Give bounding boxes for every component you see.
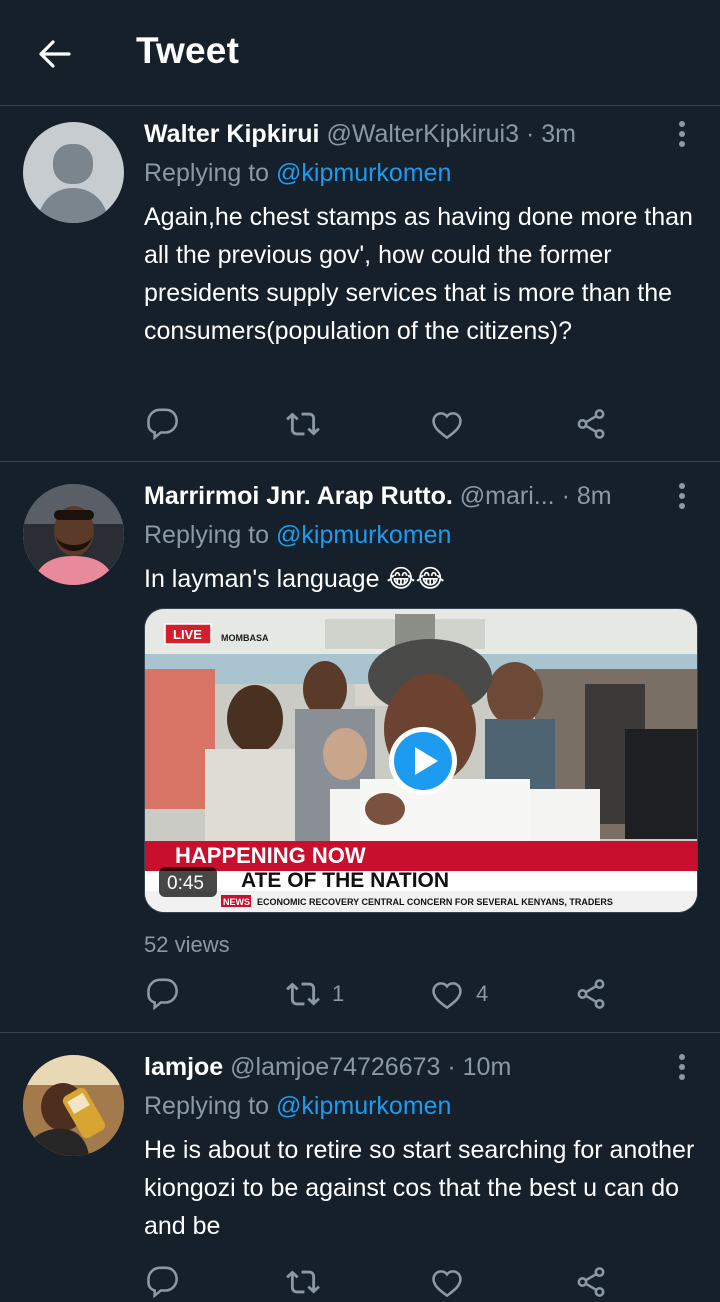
- reply-icon: [146, 1265, 180, 1299]
- action-bar: 1 4: [144, 974, 624, 1014]
- user-photo: [23, 1055, 124, 1156]
- retweet-count: 1: [332, 981, 345, 1006]
- play-icon[interactable]: [387, 725, 459, 797]
- page-title: Tweet: [136, 30, 240, 71]
- live-badge: LIVE: [173, 627, 202, 642]
- like-button[interactable]: [430, 1262, 476, 1302]
- like-button[interactable]: 4: [430, 974, 488, 1014]
- view-count: 52 views: [144, 932, 230, 957]
- video-player[interactable]: LIVE MOMBASA HAPPENING NOW ATE OF THE NA…: [144, 608, 698, 913]
- avatar[interactable]: [23, 484, 124, 585]
- replying-to: Replying to @kipmurkomen: [144, 159, 451, 188]
- replying-to-label: Replying to: [144, 521, 270, 549]
- heart-icon: [430, 1265, 464, 1299]
- action-bar: [144, 1262, 624, 1302]
- share-icon: [574, 407, 608, 441]
- more-options-icon[interactable]: [672, 481, 692, 511]
- mention-link[interactable]: @kipmurkomen: [276, 159, 451, 187]
- default-avatar-icon: [37, 144, 109, 223]
- mention-link[interactable]: @kipmurkomen: [276, 1092, 451, 1120]
- reply-button[interactable]: [146, 404, 180, 444]
- retweet-button[interactable]: [286, 1262, 332, 1302]
- handle[interactable]: @lamjoe74726673: [230, 1053, 440, 1081]
- timestamp[interactable]: · 10m: [447, 1053, 511, 1081]
- share-button[interactable]: [574, 404, 608, 444]
- tweet-text: He is about to retire so start searching…: [144, 1136, 695, 1240]
- share-button[interactable]: [574, 1262, 608, 1302]
- retweet-icon: [286, 977, 320, 1011]
- headline-text: ATE OF THE NATION: [241, 869, 449, 892]
- tweet-text: In layman's language 😂😂: [144, 565, 445, 593]
- tweet-header: Marrirmoi Jnr. Arap Rutto. @mari... · 8m: [144, 482, 612, 511]
- like-count: 4: [476, 981, 489, 1006]
- heart-icon: [430, 977, 464, 1011]
- avatar[interactable]: [23, 1055, 124, 1156]
- share-button[interactable]: [574, 974, 608, 1014]
- handle[interactable]: @mari...: [460, 482, 555, 510]
- display-name[interactable]: lamjoe: [144, 1053, 223, 1081]
- timestamp[interactable]: · 8m: [562, 482, 612, 510]
- timestamp[interactable]: · 3m: [526, 120, 576, 148]
- reply-icon: [146, 407, 180, 441]
- reply-tweet[interactable]: Marrirmoi Jnr. Arap Rutto. @mari... · 8m…: [0, 462, 720, 1033]
- display-name[interactable]: Marrirmoi Jnr. Arap Rutto.: [144, 482, 453, 510]
- reply-button[interactable]: [146, 974, 180, 1014]
- mention-link[interactable]: @kipmurkomen: [276, 521, 451, 549]
- avatar[interactable]: [23, 122, 124, 223]
- tweet-header: lamjoe @lamjoe74726673 · 10m: [144, 1053, 511, 1082]
- tweet-text: Again,he chest stamps as having done mor…: [144, 203, 693, 345]
- action-bar: [144, 404, 624, 444]
- back-button[interactable]: [26, 26, 82, 82]
- handle[interactable]: @WalterKipkirui3: [326, 120, 519, 148]
- video-duration: 0:45: [167, 873, 204, 894]
- reply-button[interactable]: [146, 1262, 180, 1302]
- reply-tweet[interactable]: Walter Kipkirui @WalterKipkirui3 · 3m Re…: [0, 106, 720, 462]
- top-bar: Tweet: [0, 0, 720, 106]
- retweet-icon: [286, 1265, 320, 1299]
- replying-to: Replying to @kipmurkomen: [144, 1092, 451, 1121]
- banner-text: HAPPENING NOW: [175, 843, 366, 868]
- display-name[interactable]: Walter Kipkirui: [144, 120, 320, 148]
- ticker-text: ECONOMIC RECOVERY CENTRAL CONCERN FOR SE…: [257, 897, 613, 907]
- like-button[interactable]: [430, 404, 476, 444]
- retweet-button[interactable]: [286, 404, 332, 444]
- reply-icon: [146, 977, 180, 1011]
- replying-to-label: Replying to: [144, 159, 270, 187]
- arrow-left-icon: [39, 40, 71, 68]
- reply-tweet[interactable]: lamjoe @lamjoe74726673 · 10m Replying to…: [0, 1033, 720, 1299]
- share-icon: [574, 977, 608, 1011]
- user-photo: [23, 484, 124, 585]
- replying-to: Replying to @kipmurkomen: [144, 521, 451, 550]
- heart-icon: [430, 407, 464, 441]
- more-options-icon[interactable]: [672, 119, 692, 149]
- location-caption: MOMBASA: [221, 633, 269, 643]
- retweet-button[interactable]: 1: [286, 974, 344, 1014]
- retweet-icon: [286, 407, 320, 441]
- replying-to-label: Replying to: [144, 1092, 270, 1120]
- more-options-icon[interactable]: [672, 1052, 692, 1082]
- tweet-header: Walter Kipkirui @WalterKipkirui3 · 3m: [144, 120, 576, 149]
- share-icon: [574, 1265, 608, 1299]
- ticker-label: NEWS: [223, 897, 250, 907]
